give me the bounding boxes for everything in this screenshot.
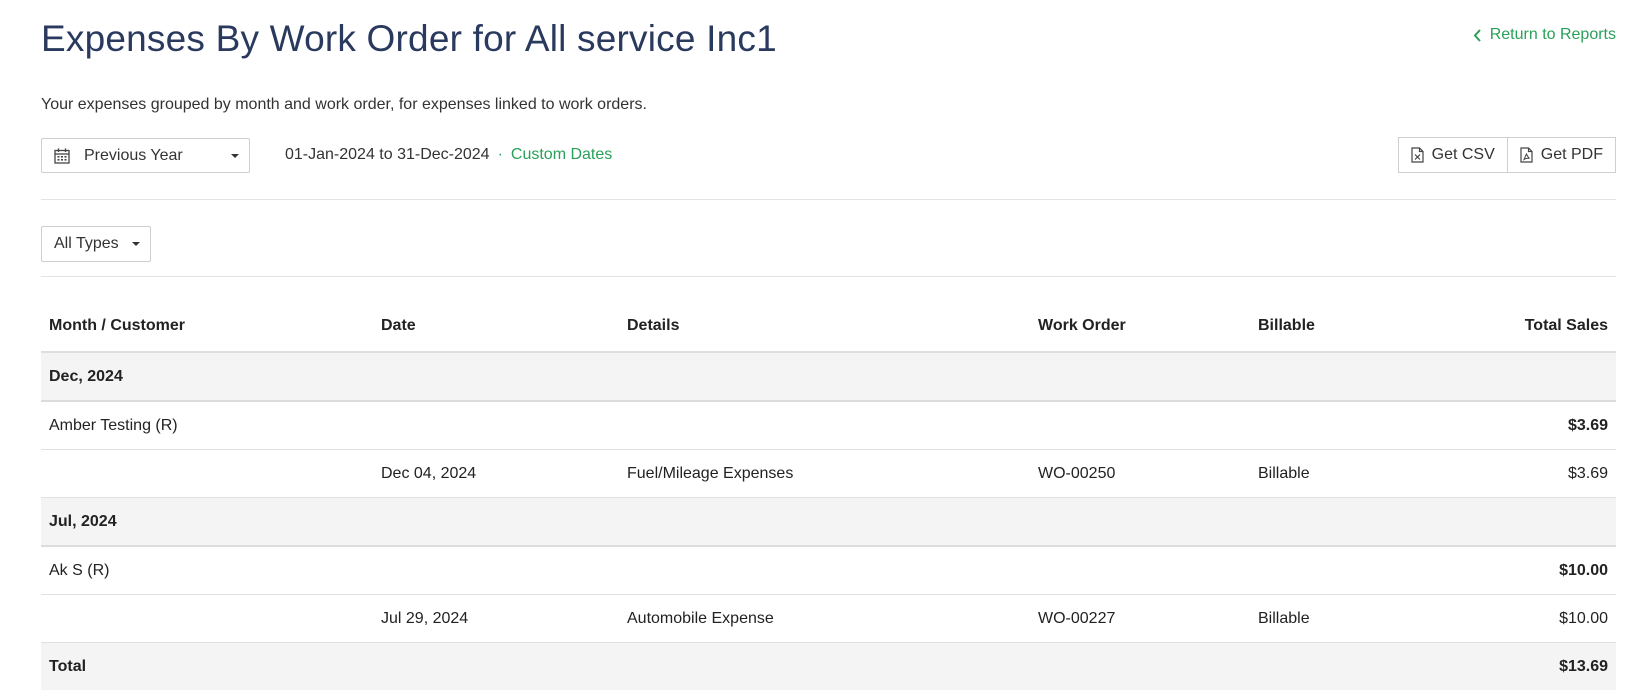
get-csv-label: Get CSV [1431, 146, 1495, 163]
date-range-text: 01-Jan-2024 to 31-Dec-2024 [285, 146, 490, 163]
total-row: Total $13.69 [41, 642, 1616, 690]
expenses-table: Month / Customer Date Details Work Order… [41, 301, 1616, 690]
pdf-file-icon [1520, 147, 1533, 163]
billable-status: Billable [1250, 449, 1440, 498]
month-group-row: Dec, 2024 [41, 352, 1616, 402]
customer-name: Amber Testing (R) [41, 401, 373, 450]
custom-dates-link[interactable]: Custom Dates [511, 146, 612, 164]
period-dropdown[interactable]: Previous Year [41, 138, 250, 173]
month-label: Dec, 2024 [41, 352, 1616, 402]
expense-amount: $10.00 [1440, 594, 1616, 643]
customer-total: $3.69 [1440, 401, 1616, 450]
column-header-details: Details [619, 301, 1030, 353]
customer-name: Ak S (R) [41, 546, 373, 595]
customer-total: $10.00 [1440, 546, 1616, 595]
work-order-number: WO-00227 [1030, 594, 1250, 643]
month-label: Jul, 2024 [41, 497, 1616, 547]
get-pdf-button[interactable]: Get PDF [1507, 137, 1616, 173]
customer-row: Amber Testing (R) $3.69 [41, 401, 1616, 450]
expense-details: Automobile Expense [619, 594, 1030, 643]
return-link-label: Return to Reports [1489, 26, 1616, 43]
csv-file-icon [1411, 147, 1424, 163]
chevron-left-icon [1473, 28, 1481, 42]
total-label: Total [41, 642, 373, 690]
divider [41, 199, 1616, 200]
page-title: Expenses By Work Order for All service I… [41, 18, 777, 59]
expense-date: Dec 04, 2024 [373, 449, 619, 498]
return-to-reports-link[interactable]: Return to Reports [1473, 26, 1616, 44]
customer-row: Ak S (R) $10.00 [41, 546, 1616, 595]
date-range-separator: · [497, 146, 503, 163]
table-header-row: Month / Customer Date Details Work Order… [41, 301, 1616, 353]
expense-date: Jul 29, 2024 [373, 594, 619, 643]
expense-details: Fuel/Mileage Expenses [619, 449, 1030, 498]
get-pdf-label: Get PDF [1540, 146, 1603, 163]
types-selected-value: All Types [54, 235, 119, 252]
report-description: Your expenses grouped by month and work … [41, 96, 647, 113]
column-header-work-order: Work Order [1030, 301, 1250, 353]
expense-row: Dec 04, 2024 Fuel/Mileage Expenses WO-00… [41, 449, 1616, 498]
expense-row: Jul 29, 2024 Automobile Expense WO-00227… [41, 594, 1616, 643]
month-group-row: Jul, 2024 [41, 497, 1616, 547]
get-csv-button[interactable]: Get CSV [1397, 137, 1508, 173]
report-page: Expenses By Work Order for All service I… [0, 0, 1637, 697]
types-dropdown[interactable]: All Types [41, 226, 151, 262]
column-header-month-customer: Month / Customer [41, 301, 373, 353]
total-value: $13.69 [1440, 642, 1616, 690]
caret-down-icon [132, 242, 140, 246]
divider [41, 276, 1616, 277]
date-range-display: 01-Jan-2024 to 31-Dec-2024 · Custom Date… [285, 146, 612, 164]
period-selected-value: Previous Year [84, 146, 183, 164]
calendar-icon [54, 148, 70, 164]
billable-status: Billable [1250, 594, 1440, 643]
caret-down-icon [231, 153, 239, 158]
export-button-group: Get CSV Get PDF [1397, 137, 1616, 173]
work-order-number: WO-00250 [1030, 449, 1250, 498]
expense-amount: $3.69 [1440, 449, 1616, 498]
column-header-date: Date [373, 301, 619, 353]
column-header-total-sales: Total Sales [1440, 301, 1616, 353]
column-header-billable: Billable [1250, 301, 1440, 353]
